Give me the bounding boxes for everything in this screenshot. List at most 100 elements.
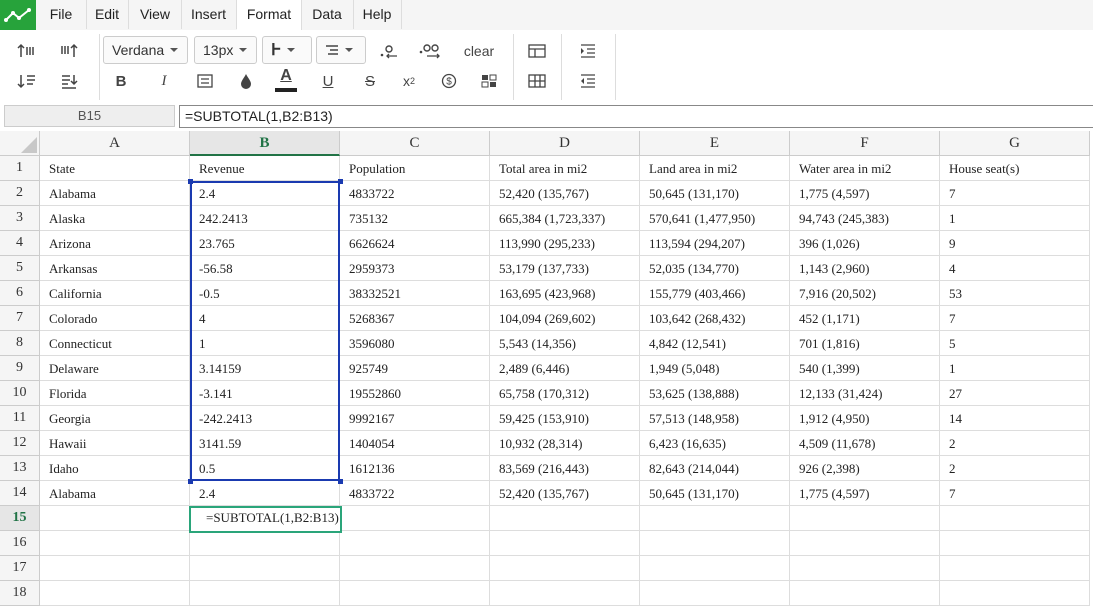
cell-a15[interactable] [40,506,190,531]
selection-handle[interactable] [338,479,343,484]
cell-c1[interactable]: Population [340,156,490,181]
cell-f17[interactable] [790,556,940,581]
cell-g1[interactable]: House seat(s) [940,156,1090,181]
cell-b13[interactable]: 0.5 [190,456,340,481]
cell-c16[interactable] [340,531,490,556]
row-header-17[interactable]: 17 [0,556,40,581]
underline-icon[interactable]: U [318,70,338,92]
row-header-16[interactable]: 16 [0,531,40,556]
cell-g7[interactable]: 7 [940,306,1090,331]
cell-f1[interactable]: Water area in mi2 [790,156,940,181]
cell-c12[interactable]: 1404054 [340,431,490,456]
row-header-4[interactable]: 4 [0,231,40,256]
cell-c5[interactable]: 2959373 [340,256,490,281]
cell-e2[interactable]: 50,645 (131,170) [640,181,790,206]
cell-a10[interactable]: Florida [40,381,190,406]
cell-d7[interactable]: 104,094 (269,602) [490,306,640,331]
italic-icon[interactable]: I [154,70,174,92]
cell-e13[interactable]: 82,643 (214,044) [640,456,790,481]
text-color-button[interactable]: A [274,66,298,94]
cell-f4[interactable]: 396 (1,026) [790,231,940,256]
cell-d6[interactable]: 163,695 (423,968) [490,281,640,306]
cell-b16[interactable] [190,531,340,556]
cell-b8[interactable]: 1 [190,331,340,356]
cell-a7[interactable]: Colorado [40,306,190,331]
cell-f6[interactable]: 7,916 (20,502) [790,281,940,306]
cell-g2[interactable]: 7 [940,181,1090,206]
cell-e18[interactable] [640,581,790,606]
cell-e16[interactable] [640,531,790,556]
cell-d11[interactable]: 59,425 (153,910) [490,406,640,431]
cell-d1[interactable]: Total area in mi2 [490,156,640,181]
cell-e8[interactable]: 4,842 (12,541) [640,331,790,356]
cell-a6[interactable]: California [40,281,190,306]
cell-d3[interactable]: 665,384 (1,723,337) [490,206,640,231]
cell-c10[interactable]: 19552860 [340,381,490,406]
menu-view[interactable]: View [129,0,182,29]
cell-c14[interactable]: 4833722 [340,481,490,506]
row-header-9[interactable]: 9 [0,356,40,381]
menu-format[interactable]: Format [237,0,302,30]
indent-top-button[interactable] [16,70,38,92]
cell-d2[interactable]: 52,420 (135,767) [490,181,640,206]
cell-e4[interactable]: 113,594 (294,207) [640,231,790,256]
cell-f16[interactable] [790,531,940,556]
cell-f15[interactable] [790,506,940,531]
cell-g6[interactable]: 53 [940,281,1090,306]
cell-g16[interactable] [940,531,1090,556]
strikethrough-icon[interactable]: S [360,70,380,92]
heading-select[interactable]: Ͱ [262,36,312,64]
cell-b9[interactable]: 3.14159 [190,356,340,381]
cell-b12[interactable]: 3141.59 [190,431,340,456]
cell-g11[interactable]: 14 [940,406,1090,431]
cell-d15[interactable] [490,506,640,531]
cell-a1[interactable]: State [40,156,190,181]
column-header-d[interactable]: D [490,131,640,156]
cell-a12[interactable]: Hawaii [40,431,190,456]
conditional-format-button[interactable] [479,70,499,92]
select-all-corner[interactable] [0,131,40,156]
cell-a4[interactable]: Arizona [40,231,190,256]
cell-g5[interactable]: 4 [940,256,1090,281]
cell-a8[interactable]: Connecticut [40,331,190,356]
cell-c13[interactable]: 1612136 [340,456,490,481]
cell-g17[interactable] [940,556,1090,581]
cell-b10[interactable]: -3.141 [190,381,340,406]
cell-c7[interactable]: 5268367 [340,306,490,331]
cell-e11[interactable]: 57,513 (148,958) [640,406,790,431]
cell-a16[interactable] [40,531,190,556]
cell-d9[interactable]: 2,489 (6,446) [490,356,640,381]
selection-handle[interactable] [188,479,193,484]
cell-a3[interactable]: Alaska [40,206,190,231]
row-header-12[interactable]: 12 [0,431,40,456]
cell-g3[interactable]: 1 [940,206,1090,231]
cell-f8[interactable]: 701 (1,816) [790,331,940,356]
cell-b14[interactable]: 2.4 [190,481,340,506]
indent-decrease-button[interactable] [577,70,599,92]
row-header-3[interactable]: 3 [0,206,40,231]
menu-help[interactable]: Help [353,0,402,29]
cell-c9[interactable]: 925749 [340,356,490,381]
cell-e6[interactable]: 155,779 (403,466) [640,281,790,306]
cell-c8[interactable]: 3596080 [340,331,490,356]
font-size-select[interactable]: 13px [194,36,257,64]
cell-g18[interactable] [940,581,1090,606]
row-header-2[interactable]: 2 [0,181,40,206]
decrease-decimal-button[interactable] [378,40,400,62]
cell-g4[interactable]: 9 [940,231,1090,256]
cell-g8[interactable]: 5 [940,331,1090,356]
cell-c15[interactable] [340,506,490,531]
cell-editor-b15[interactable]: =SUBTOTAL(1,B2:B13) [189,506,342,533]
menu-data[interactable]: Data [301,0,354,29]
cell-e17[interactable] [640,556,790,581]
cell-c6[interactable]: 38332521 [340,281,490,306]
cell-b5[interactable]: -56.58 [190,256,340,281]
cell-e1[interactable]: Land area in mi2 [640,156,790,181]
cell-b4[interactable]: 23.765 [190,231,340,256]
align-middle-button[interactable] [58,40,80,62]
cell-f3[interactable]: 94,743 (245,383) [790,206,940,231]
cell-b2[interactable]: 2.4 [190,181,340,206]
cell-f10[interactable]: 12,133 (31,424) [790,381,940,406]
cell-b1[interactable]: Revenue [190,156,340,181]
cell-d8[interactable]: 5,543 (14,356) [490,331,640,356]
